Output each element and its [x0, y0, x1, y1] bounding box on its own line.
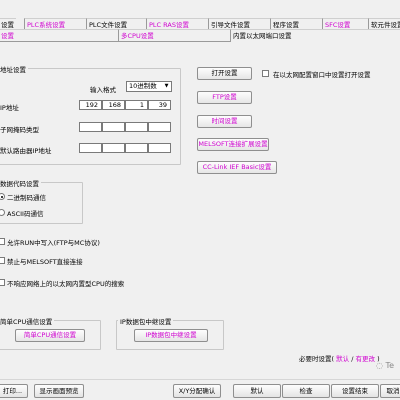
required-setting-label: 必要时设置(: [299, 355, 335, 363]
gateway-octet-4[interactable]: [148, 143, 171, 153]
gateway-octet-1[interactable]: [79, 143, 102, 153]
binary-label: 二进制码通信: [7, 194, 46, 202]
default-button[interactable]: 默认: [233, 384, 281, 398]
open-settings-checkbox[interactable]: [262, 70, 269, 77]
ip-octet-3[interactable]: 1: [125, 100, 148, 110]
allow-run-write-label: 允许RUN中写入(FTP与MC协议): [7, 239, 100, 247]
required-setting-legend: 必要时设置( 默认 / 有更改 ): [299, 353, 380, 363]
settings-panel: 地址设置 输入格式 10进制数 ▼ IP地址 192 168 1 39 子网掩码…: [0, 42, 400, 379]
check-button[interactable]: 检查: [282, 384, 330, 398]
subnet-octet-4[interactable]: [148, 122, 171, 132]
xy-assign-button[interactable]: X/Y分配确认: [173, 384, 221, 398]
disable-melsoft-label: 禁止与MELSOFT直接连接: [7, 258, 83, 266]
ip-octet-2[interactable]: 168: [102, 100, 125, 110]
simple-cpu-group-title: 简单CPU通信设置: [0, 316, 55, 326]
allow-run-write-checkbox[interactable]: [0, 238, 5, 245]
ip-relay-button[interactable]: IP数据包中继设置: [134, 329, 208, 342]
ftp-settings-button[interactable]: FTP设置: [197, 91, 252, 104]
tab-builtin-ethernet[interactable]: 内置以太网端口设置: [230, 29, 400, 42]
ascii-label: ASCII码通信: [7, 210, 44, 218]
open-settings-checkbox-label: 在以太网配置窗口中设置打开设置: [273, 71, 371, 79]
disable-melsoft-checkbox[interactable]: [0, 257, 5, 264]
watermark-text: Te: [385, 361, 394, 370]
subnet-mask-label: 子网掩码类型: [0, 126, 39, 134]
ip-octet-4[interactable]: 39: [148, 100, 171, 110]
finish-button[interactable]: 设置结束: [331, 384, 379, 398]
subnet-octet-2[interactable]: [102, 122, 125, 132]
changed-legend: 有更改: [355, 355, 375, 363]
time-settings-button[interactable]: 时间设置: [197, 115, 252, 128]
subnet-octet-1[interactable]: [79, 122, 102, 132]
ip-relay-group-title: IP数据包中继设置: [118, 316, 174, 326]
simple-cpu-button[interactable]: 简单CPU通信设置: [15, 329, 85, 342]
input-format-value: 10进制数: [129, 82, 157, 90]
legend-separator: /: [351, 355, 354, 363]
input-format-label: 输入格式: [90, 86, 116, 94]
cclink-ief-button[interactable]: CC-Link IEF Basic设置: [197, 161, 277, 174]
data-code-group-title: 数据代码设置: [0, 178, 41, 188]
subnet-octet-3[interactable]: [125, 122, 148, 132]
cancel-button[interactable]: 取消: [380, 384, 400, 398]
wechat-icon: ◌: [376, 361, 383, 370]
ip-address-label: IP地址: [0, 104, 19, 112]
ip-group-title: 地址设置: [0, 64, 28, 74]
gateway-octet-3[interactable]: [125, 143, 148, 153]
print-button[interactable]: 打印...: [0, 384, 28, 398]
bottom-button-bar: 打印... 显示画面预览 X/Y分配确认 默认 检查 设置结束 取消: [0, 379, 400, 400]
open-settings-button[interactable]: 打开设置: [197, 67, 252, 80]
ip-octet-1[interactable]: 192: [79, 100, 102, 110]
melsoft-ext-button[interactable]: MELSOFT连接扩展设置: [197, 138, 269, 151]
chevron-down-icon: ▼: [164, 83, 169, 89]
default-legend: 默认: [336, 355, 350, 363]
input-format-select[interactable]: 10进制数 ▼: [126, 81, 172, 92]
preview-button[interactable]: 显示画面预览: [34, 384, 84, 398]
gateway-octet-2[interactable]: [102, 143, 125, 153]
watermark: ◌ Te: [376, 361, 394, 370]
no-response-checkbox[interactable]: [0, 279, 5, 286]
no-response-label: 不响应网络上的以太网内置型CPU的搜索: [7, 280, 125, 288]
gateway-label: 默认路由器IP地址: [0, 147, 52, 155]
